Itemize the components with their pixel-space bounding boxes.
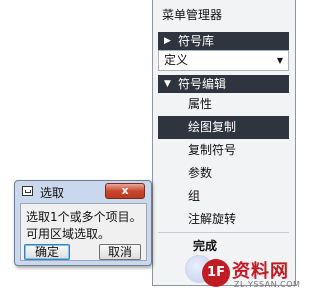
section-symbol-library[interactable]: ▶ 符号库 xyxy=(158,32,289,50)
close-button[interactable]: x xyxy=(105,183,145,199)
section-symbol-library-label: 符号库 xyxy=(178,34,215,48)
watermark-logo: 1F xyxy=(202,259,230,287)
dialog-message-line1: 选取1个或多个项目。 xyxy=(26,210,142,224)
menu-separator xyxy=(158,232,289,233)
menu-item-annotation-rotate[interactable]: 注解旋转 xyxy=(158,208,289,231)
dialog-title: 选取 xyxy=(40,186,65,200)
done-button[interactable]: 完成 xyxy=(193,237,217,254)
section-symbol-edit[interactable]: ▼ 符号编辑 xyxy=(158,75,289,93)
triangle-right-icon: ▶ xyxy=(164,36,171,46)
menu-item-group[interactable]: 组 xyxy=(158,185,289,208)
window-icon xyxy=(22,186,33,196)
select-dialog: 选取 x 选取1个或多个项目。 可用区域选取。 确定 取消 xyxy=(14,180,152,266)
menu-item-parameters[interactable]: 参数 xyxy=(158,162,289,185)
section-symbol-edit-label: 符号编辑 xyxy=(178,77,227,91)
dialog-body: 选取1个或多个项目。 可用区域选取。 确定 取消 xyxy=(20,203,147,261)
watermark-url: ZL.YSSAN.COM xyxy=(234,280,301,289)
watermark: 1F 资料网 ZL.YSSAN.COM xyxy=(202,257,306,291)
dropdown-value: 定义 xyxy=(164,53,189,67)
definition-dropdown[interactable]: 定义 ▼ xyxy=(158,50,289,71)
menu-item-draw-copy[interactable]: 绘图复制 xyxy=(158,116,289,139)
symbol-edit-menu-list: 属性 绘图复制 复制符号 参数 组 注解旋转 xyxy=(158,93,289,231)
chevron-down-icon: ▼ xyxy=(276,56,283,65)
dialog-title-bar[interactable]: 选取 x xyxy=(15,181,151,203)
menu-item-copy-symbol[interactable]: 复制符号 xyxy=(158,139,289,162)
dialog-message-line2: 可用区域选取。 xyxy=(26,227,111,241)
cancel-button[interactable]: 取消 xyxy=(99,244,141,260)
menu-manager-title: 菜单管理器 xyxy=(162,8,223,22)
menu-manager: 菜单管理器 ▶ 符号库 定义 ▼ ▼ 符号编辑 属性 绘图复制 复制符号 参数 组 … xyxy=(152,0,296,286)
menu-item-properties[interactable]: 属性 xyxy=(158,93,289,116)
ok-button[interactable]: 确定 xyxy=(24,244,70,260)
triangle-down-icon: ▼ xyxy=(164,79,171,89)
